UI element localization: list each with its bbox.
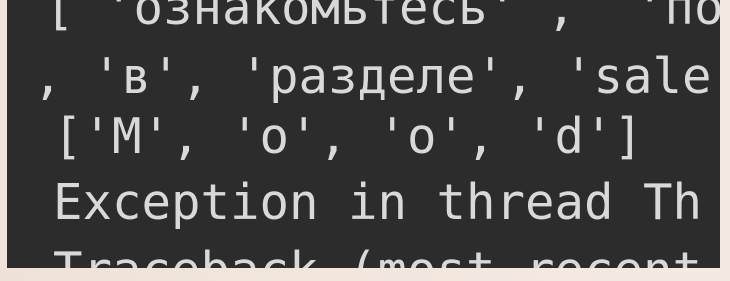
- terminal-output: [ 'ознакомьтесь' , 'пожа , 'в', 'разделе…: [7, 0, 720, 268]
- screenshot-frame: [ 'ознакомьтесь' , 'пожа , 'в', 'разделе…: [0, 0, 730, 281]
- terminal-line-2: , 'в', 'разделе', 'sale: [33, 48, 712, 105]
- terminal-line-4: Exception in thread Th: [53, 174, 703, 231]
- terminal-line-5: Traceback (most recent: [53, 246, 702, 268]
- terminal-line-3: ['M', 'o', 'o', 'd']: [53, 108, 644, 165]
- terminal-line-1: [ 'ознакомьтесь' , 'пожа: [45, 0, 720, 36]
